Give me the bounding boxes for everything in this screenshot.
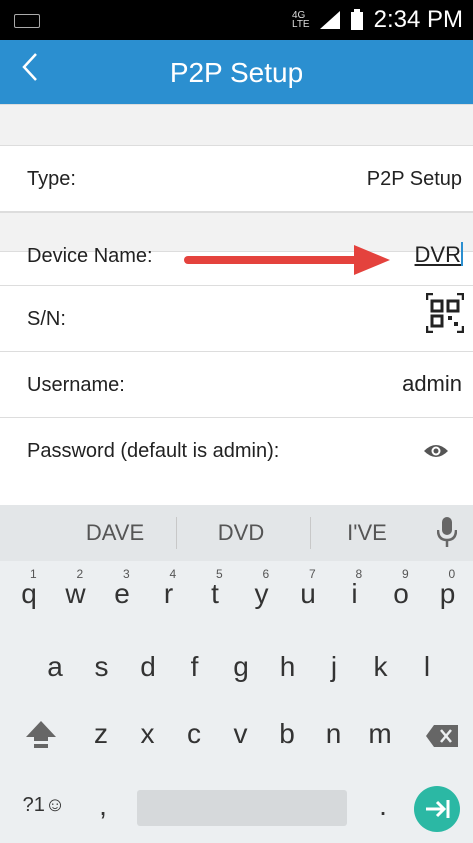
key-s[interactable]: s bbox=[81, 651, 123, 683]
key-t[interactable]: t bbox=[194, 578, 236, 610]
sn-label: S/N: bbox=[27, 308, 66, 330]
key-c[interactable]: c bbox=[173, 718, 215, 750]
signal-icon bbox=[319, 11, 340, 29]
suggestion-1[interactable]: DAVE bbox=[45, 520, 185, 546]
network-type-icon: 4G LTE bbox=[292, 10, 310, 30]
password-label: Password (default is admin): bbox=[27, 440, 280, 462]
key-d[interactable]: d bbox=[127, 651, 169, 683]
username-input[interactable]: admin bbox=[402, 371, 462, 397]
section-spacer bbox=[0, 104, 473, 146]
key-z[interactable]: z bbox=[80, 718, 122, 750]
type-label: Type: bbox=[27, 168, 76, 190]
symbols-key[interactable]: ?1☺ bbox=[14, 794, 74, 817]
type-row[interactable]: Type: P2P Setup bbox=[0, 146, 473, 212]
key-hint: 0 bbox=[448, 567, 456, 581]
battery-icon bbox=[350, 9, 363, 30]
type-value: P2P Setup bbox=[366, 168, 462, 190]
key-a[interactable]: a bbox=[34, 651, 76, 683]
key-p[interactable]: p bbox=[427, 578, 469, 610]
space-bar[interactable] bbox=[137, 790, 347, 826]
username-label: Username: bbox=[27, 374, 125, 396]
key-o[interactable]: o bbox=[380, 578, 422, 610]
key-k[interactable]: k bbox=[360, 651, 402, 683]
key-hint: 9 bbox=[402, 567, 409, 581]
key-y[interactable]: y bbox=[241, 578, 283, 610]
device-name-input[interactable]: DVR bbox=[415, 242, 463, 268]
key-r[interactable]: r bbox=[148, 578, 190, 610]
period-key[interactable]: . bbox=[368, 790, 398, 822]
key-f[interactable]: f bbox=[174, 651, 216, 683]
sn-row[interactable]: S/N: bbox=[0, 286, 473, 352]
key-x[interactable]: x bbox=[127, 718, 169, 750]
page-title: P2P Setup bbox=[169, 57, 304, 88]
enter-key[interactable] bbox=[414, 786, 460, 832]
key-u[interactable]: u bbox=[287, 578, 329, 610]
mic-icon[interactable] bbox=[437, 516, 457, 548]
key-w[interactable]: w bbox=[55, 578, 97, 610]
username-row[interactable]: Username: admin bbox=[0, 352, 473, 418]
key-hint: 2 bbox=[76, 567, 84, 581]
text-cursor bbox=[461, 242, 463, 266]
key-e[interactable]: e bbox=[101, 578, 143, 610]
key-g[interactable]: g bbox=[220, 651, 262, 683]
key-hint: 6 bbox=[262, 567, 270, 581]
suggestion-3[interactable]: I'VE bbox=[297, 520, 437, 546]
annotation-arrow bbox=[184, 245, 390, 275]
app-bar: P2P Setup bbox=[0, 40, 473, 104]
shift-icon[interactable] bbox=[25, 719, 57, 749]
key-hint: 8 bbox=[355, 567, 363, 581]
qr-scan-icon[interactable] bbox=[426, 293, 464, 333]
key-h[interactable]: h bbox=[267, 651, 309, 683]
device-name-label: Device Name: bbox=[27, 245, 153, 267]
eye-icon[interactable] bbox=[423, 442, 449, 460]
key-j[interactable]: j bbox=[313, 651, 355, 683]
key-v[interactable]: v bbox=[220, 718, 262, 750]
comma-key[interactable]: , bbox=[88, 790, 118, 822]
key-q[interactable]: q bbox=[8, 578, 50, 610]
key-n[interactable]: n bbox=[313, 718, 355, 750]
key-hint: 1 bbox=[30, 567, 37, 581]
password-row[interactable]: Password (default is admin): bbox=[0, 418, 473, 505]
clock: 2:34 PM bbox=[373, 6, 463, 33]
key-m[interactable]: m bbox=[359, 718, 401, 750]
status-bar: 4G LTE 2:34 PM bbox=[0, 0, 473, 40]
keyboard-indicator-icon bbox=[14, 14, 40, 28]
key-b[interactable]: b bbox=[266, 718, 308, 750]
key-hint: 3 bbox=[123, 567, 130, 581]
key-hint: 4 bbox=[169, 567, 177, 581]
suggestion-bar: DAVE DVD I'VE bbox=[0, 505, 473, 561]
tab-arrow-icon bbox=[426, 800, 450, 818]
key-i[interactable]: i bbox=[334, 578, 376, 610]
on-screen-keyboard: DAVE DVD I'VE q1 w2 e3 r4 t5 y6 u7 i8 o9 p0 asdfg… bbox=[0, 505, 473, 843]
suggestion-2[interactable]: DVD bbox=[171, 520, 311, 546]
backspace-icon[interactable] bbox=[426, 725, 458, 747]
key-hint: 5 bbox=[216, 567, 223, 581]
key-l[interactable]: l bbox=[406, 651, 448, 683]
key-hint: 7 bbox=[309, 567, 316, 581]
